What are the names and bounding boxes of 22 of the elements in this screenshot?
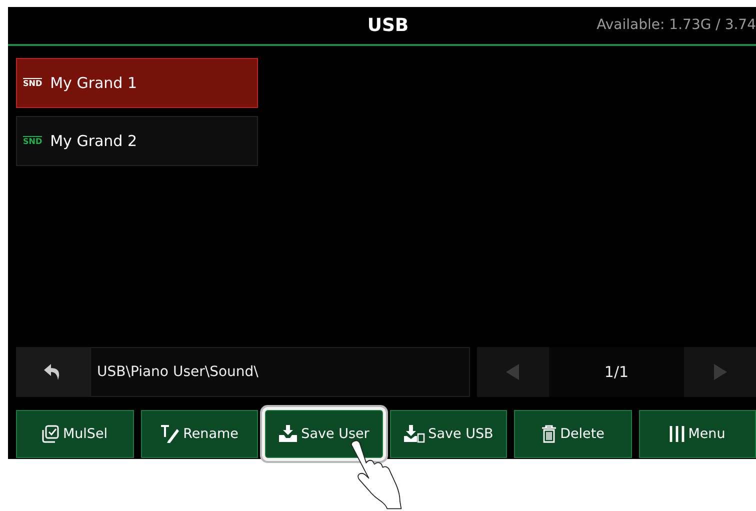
- action-button[interactable]: Menu: [638, 410, 756, 458]
- text-pencil-icon: [160, 425, 180, 443]
- trash-icon: [541, 425, 558, 443]
- file-item[interactable]: SND My Grand 2: [16, 116, 258, 166]
- window-title: USB: [367, 15, 409, 36]
- action-button[interactable]: Rename: [140, 410, 258, 458]
- left-triangle-icon: [506, 364, 520, 380]
- back-button[interactable]: [16, 347, 90, 397]
- download-usb-icon: [403, 425, 426, 443]
- action-button[interactable]: MulSel: [16, 410, 134, 458]
- action-button[interactable]: Delete: [514, 410, 632, 458]
- page-number: 1/1: [549, 347, 684, 397]
- download-tray-icon: [278, 425, 298, 443]
- previous-page-button[interactable]: [477, 347, 549, 397]
- path-field: USB\Piano User\Sound\: [90, 347, 470, 397]
- right-triangle-icon: [713, 364, 727, 380]
- menu-icon: [669, 425, 686, 443]
- file-item[interactable]: SND My Grand 1: [16, 58, 258, 108]
- storage-status: Available: 1.73G / 3.74: [596, 17, 756, 33]
- checkbox-icon: [42, 425, 60, 443]
- next-page-button[interactable]: [684, 347, 756, 397]
- action-button[interactable]: Save USB: [390, 410, 507, 458]
